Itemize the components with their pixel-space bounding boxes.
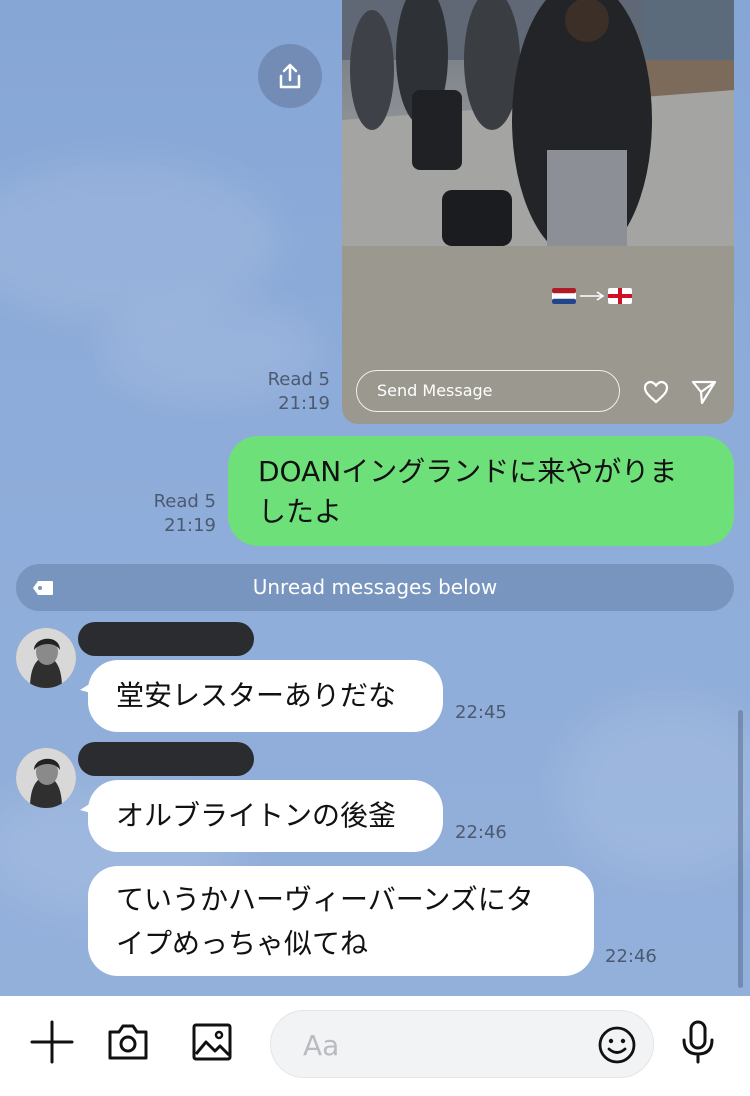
story-send-message-field[interactable]: Send Message [356, 370, 620, 412]
share-icon [279, 63, 301, 89]
unread-divider-label: Unread messages below [252, 575, 498, 599]
scrollbar[interactable] [738, 710, 743, 988]
read-receipt: Read 5 [267, 369, 330, 390]
outgoing-message-bubble[interactable]: DOANイングランドに来やがりま したよ [228, 436, 734, 546]
message-time: 22:45 [455, 702, 507, 723]
message-input[interactable] [301, 1011, 585, 1079]
microphone-icon[interactable] [674, 1018, 722, 1066]
message-time: 22:46 [605, 946, 657, 967]
heart-icon[interactable] [642, 378, 670, 406]
story-caption-flags [552, 288, 632, 304]
story-read-status: Read 5 21:19 [240, 368, 330, 416]
netherlands-flag-icon [552, 288, 576, 304]
read-receipt: Read 5 [153, 491, 216, 512]
message-time: 21:19 [278, 393, 330, 414]
message-composer[interactable] [270, 1010, 654, 1079]
incoming-message-bubble[interactable]: 堂安レスターありだな [88, 660, 443, 732]
message-time: 22:46 [455, 822, 507, 843]
message-text-line: ていうかハーヴィーバーンズにタ [116, 883, 534, 916]
outgoing-read-status: Read 5 21:19 [130, 490, 216, 538]
chat-area[interactable]: Send Message Read 5 21:19 Read 5 21:19 D… [0, 0, 750, 996]
bottom-toolbar [0, 996, 750, 1096]
message-text: オルブライトンの後釜 [116, 799, 397, 832]
message-time: 21:19 [164, 515, 216, 536]
message-text: 堂安レスターありだな [116, 679, 397, 712]
avatar[interactable] [16, 748, 76, 808]
sender-name-redacted [78, 622, 254, 656]
tag-icon [33, 581, 53, 595]
england-flag-icon [608, 288, 632, 304]
share-button[interactable] [258, 44, 322, 108]
plus-icon[interactable] [28, 1018, 76, 1066]
incoming-message-bubble[interactable]: ていうかハーヴィーバーンズにタ イプめっちゃ似てね [88, 866, 594, 976]
arrow-right-icon [580, 291, 605, 301]
image-icon[interactable] [188, 1018, 236, 1066]
message-text-line: イプめっちゃ似てね [116, 927, 369, 960]
shared-story-card[interactable]: Send Message [342, 0, 734, 424]
send-icon[interactable] [690, 378, 718, 406]
unread-divider: Unread messages below [16, 564, 734, 611]
story-photo [342, 0, 734, 260]
camera-icon[interactable] [104, 1018, 152, 1066]
message-text-line: したよ [258, 495, 343, 528]
sender-name-redacted [78, 742, 254, 776]
emoji-icon[interactable] [597, 1025, 637, 1065]
incoming-message-bubble[interactable]: オルブライトンの後釜 [88, 780, 443, 852]
avatar[interactable] [16, 628, 76, 688]
message-text-line: DOANイングランドに来やがりま [258, 455, 678, 488]
